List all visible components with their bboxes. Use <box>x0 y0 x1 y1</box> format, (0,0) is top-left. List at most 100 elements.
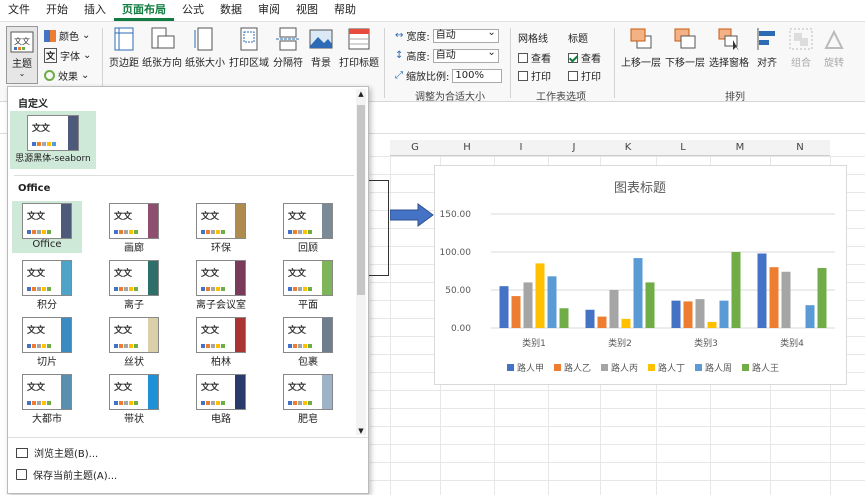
theme-item[interactable]: 文文 电路 <box>186 372 256 425</box>
bar[interactable] <box>585 309 595 328</box>
column-header[interactable]: M <box>710 140 770 156</box>
theme-item[interactable]: 文文 柏林 <box>186 315 256 368</box>
theme-item[interactable]: 文文 环保 <box>186 201 256 254</box>
bring-forward-button[interactable]: 上移一层 <box>620 26 662 69</box>
column-header[interactable]: H <box>440 140 494 156</box>
gridlines-view-checkbox[interactable] <box>518 52 528 63</box>
width-select[interactable]: 自动 <box>432 27 499 43</box>
chevron-down-icon: ⌄ <box>81 70 90 81</box>
bar[interactable] <box>731 252 741 328</box>
theme-item[interactable]: 文文 回顾 <box>273 201 343 254</box>
column-header[interactable]: I <box>494 140 548 156</box>
bar[interactable] <box>817 267 827 328</box>
bar[interactable] <box>671 300 681 328</box>
headings-view[interactable]: 查看 <box>568 50 601 65</box>
height-select[interactable]: 自动 <box>432 47 499 63</box>
tab-0[interactable]: 文件 <box>0 1 38 21</box>
bar[interactable] <box>523 282 533 328</box>
background-button[interactable]: 背景 <box>307 26 335 69</box>
office-header: Office <box>18 183 51 194</box>
legend-swatch <box>554 364 561 371</box>
bar[interactable] <box>719 300 729 328</box>
bar[interactable] <box>633 258 643 328</box>
bar[interactable] <box>695 299 705 328</box>
theme-item[interactable]: 文文 离子会议室 <box>186 258 256 311</box>
chart[interactable]: 图表标题 0.00 50.00 100.00 150.00 类别1 类别2 类别3 类别4 路人甲… <box>434 165 847 385</box>
orientation-button[interactable]: 纸张方向 <box>142 26 182 69</box>
selection-pane-button[interactable]: 选择窗格 <box>708 26 750 69</box>
chevron-up-icon[interactable]: ▲ <box>356 89 366 99</box>
bar[interactable] <box>609 290 619 328</box>
tab-3[interactable]: 页面布局 <box>114 1 174 21</box>
bar[interactable] <box>781 271 791 328</box>
browse-themes[interactable]: 浏览主题(B)... <box>16 445 98 460</box>
fonts-label: 字体 <box>60 52 81 63</box>
send-backward-button[interactable]: 下移一层 <box>664 26 706 69</box>
column-header[interactable]: K <box>600 140 656 156</box>
column-header[interactable]: G <box>390 140 440 156</box>
theme-item[interactable]: 文文 画廊 <box>99 201 169 254</box>
bar[interactable] <box>511 296 521 328</box>
headings-print-checkbox[interactable] <box>568 70 578 81</box>
tab-1[interactable]: 开始 <box>38 1 76 21</box>
effects-label: 效果 <box>58 72 78 83</box>
bar[interactable] <box>707 321 717 328</box>
group-button[interactable]: 组合 <box>786 26 816 69</box>
headings-view-checkbox[interactable] <box>568 52 578 63</box>
theme-custom[interactable]: 文文 思源黑体-seaborn <box>10 111 96 169</box>
column-header[interactable]: N <box>770 140 830 156</box>
theme-item[interactable]: 文文 平面 <box>273 258 343 311</box>
rotate-button[interactable]: 旋转 <box>818 26 850 69</box>
bar[interactable] <box>757 253 767 328</box>
theme-item[interactable]: 文文 带状 <box>99 372 169 425</box>
theme-button[interactable]: 文文 主题 ⌄ <box>6 26 38 84</box>
bar[interactable] <box>769 267 779 328</box>
theme-item[interactable]: 文文 Office <box>12 201 82 253</box>
bar[interactable] <box>683 301 693 328</box>
tab-8[interactable]: 帮助 <box>326 1 364 21</box>
fonts-button[interactable]: 文 字体 ⌄ <box>44 48 91 63</box>
save-theme[interactable]: 保存当前主题(A)... <box>16 467 117 482</box>
headings-print[interactable]: 打印 <box>568 68 601 83</box>
browse-icon <box>16 447 28 458</box>
margins-button[interactable]: 页边距 <box>106 26 142 69</box>
tab-5[interactable]: 数据 <box>212 1 250 21</box>
bar[interactable] <box>499 286 509 328</box>
theme-item[interactable]: 文文 积分 <box>12 258 82 311</box>
breaks-button[interactable]: 分隔符 <box>271 26 305 69</box>
effects-button[interactable]: 效果 ⌄ <box>44 68 89 83</box>
tab-6[interactable]: 审阅 <box>250 1 288 21</box>
column-header[interactable]: J <box>548 140 600 156</box>
theme-item[interactable]: 文文 肥皂 <box>273 372 343 425</box>
gallery-scrollbar[interactable]: ▲ ▼ <box>356 89 366 435</box>
scroll-thumb[interactable] <box>357 105 365 295</box>
gridlines-print-checkbox[interactable] <box>518 70 528 81</box>
scale-spinner[interactable]: 100% <box>452 68 503 83</box>
arrow-shape[interactable] <box>390 203 434 227</box>
print-area-button[interactable]: 打印区域 <box>228 26 270 69</box>
bar[interactable] <box>559 308 569 328</box>
colors-button[interactable]: 颜色 ⌄ <box>44 28 90 43</box>
size-button[interactable]: 纸张大小 <box>184 26 226 69</box>
print-titles-button[interactable]: 打印标题 <box>337 26 381 69</box>
bar[interactable] <box>621 318 631 328</box>
bar[interactable] <box>645 282 655 328</box>
theme-item[interactable]: 文文 大都市 <box>12 372 82 425</box>
column-header[interactable]: L <box>656 140 710 156</box>
tab-7[interactable]: 视图 <box>288 1 326 21</box>
bar[interactable] <box>597 316 607 328</box>
gridlines-print[interactable]: 打印 <box>518 68 551 83</box>
theme-item[interactable]: 文文 切片 <box>12 315 82 368</box>
tab-4[interactable]: 公式 <box>174 1 212 21</box>
row-gridline <box>370 462 865 463</box>
gridlines-view[interactable]: 查看 <box>518 50 551 65</box>
chevron-down-icon[interactable]: ▼ <box>356 427 366 435</box>
theme-item[interactable]: 文文 包裹 <box>273 315 343 368</box>
tab-2[interactable]: 插入 <box>76 1 114 21</box>
bar[interactable] <box>805 305 815 328</box>
bar[interactable] <box>547 276 557 328</box>
align-button[interactable]: 对齐 <box>752 26 782 69</box>
bar[interactable] <box>535 263 545 328</box>
theme-item[interactable]: 文文 离子 <box>99 258 169 311</box>
theme-item[interactable]: 文文 丝状 <box>99 315 169 368</box>
